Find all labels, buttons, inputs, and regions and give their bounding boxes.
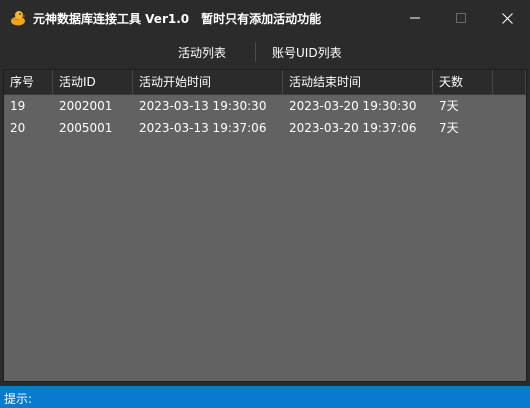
duck-icon	[9, 9, 27, 27]
status-label: 提示:	[4, 392, 33, 406]
cell-index: 20	[10, 121, 26, 135]
cell-index: 19	[10, 99, 26, 113]
cell-activity-id: 2005001	[59, 121, 113, 135]
maximize-icon	[456, 13, 466, 23]
table-row[interactable]: 20 2005001 2023-03-13 19:37:06 2023-03-2…	[4, 117, 526, 139]
close-icon	[501, 12, 513, 24]
app-window: 元神数据库连接工具 Ver1.0 暂时只有添加活动功能 活动列表 账号UID列表 …	[0, 0, 530, 408]
column-header-activity-id[interactable]: 活动ID	[53, 70, 133, 94]
window-title: 元神数据库连接工具 Ver1.0 暂时只有添加活动功能	[33, 10, 321, 27]
status-bar: 提示:	[0, 386, 530, 408]
cell-end-time: 2023-03-20 19:37:06	[289, 121, 417, 135]
cell-end-time: 2023-03-20 19:30:30	[289, 99, 417, 113]
minimize-icon	[410, 17, 420, 19]
app-title: 元神数据库连接工具 Ver1.0	[33, 12, 190, 26]
cell-days: 7天	[439, 121, 459, 135]
tab-activity-list[interactable]: 活动列表	[178, 44, 226, 61]
table-row[interactable]: 19 2002001 2023-03-13 19:30:30 2023-03-2…	[4, 95, 526, 117]
maximize-button[interactable]	[438, 0, 484, 36]
close-button[interactable]	[484, 0, 530, 36]
table-header: 序号 活动ID 活动开始时间 活动结束时间 天数	[4, 70, 526, 95]
tab-account-uid-list[interactable]: 账号UID列表	[272, 44, 342, 61]
cell-start-time: 2023-03-13 19:30:30	[139, 99, 267, 113]
column-header-index[interactable]: 序号	[4, 70, 53, 94]
tab-divider	[255, 42, 256, 62]
column-header-filler	[493, 70, 526, 94]
cell-activity-id: 2002001	[59, 99, 113, 113]
activity-table[interactable]: 序号 活动ID 活动开始时间 活动结束时间 天数 19 2002001 2023…	[3, 69, 527, 382]
cell-days: 7天	[439, 99, 459, 113]
app-subtitle: 暂时只有添加活动功能	[201, 12, 322, 26]
title-bar[interactable]: 元神数据库连接工具 Ver1.0 暂时只有添加活动功能	[0, 0, 530, 36]
column-header-start-time[interactable]: 活动开始时间	[133, 70, 283, 94]
minimize-button[interactable]	[392, 0, 438, 36]
column-header-days[interactable]: 天数	[433, 70, 493, 94]
column-header-end-time[interactable]: 活动结束时间	[283, 70, 433, 94]
tab-bar: 活动列表 账号UID列表	[0, 36, 530, 68]
cell-start-time: 2023-03-13 19:37:06	[139, 121, 267, 135]
